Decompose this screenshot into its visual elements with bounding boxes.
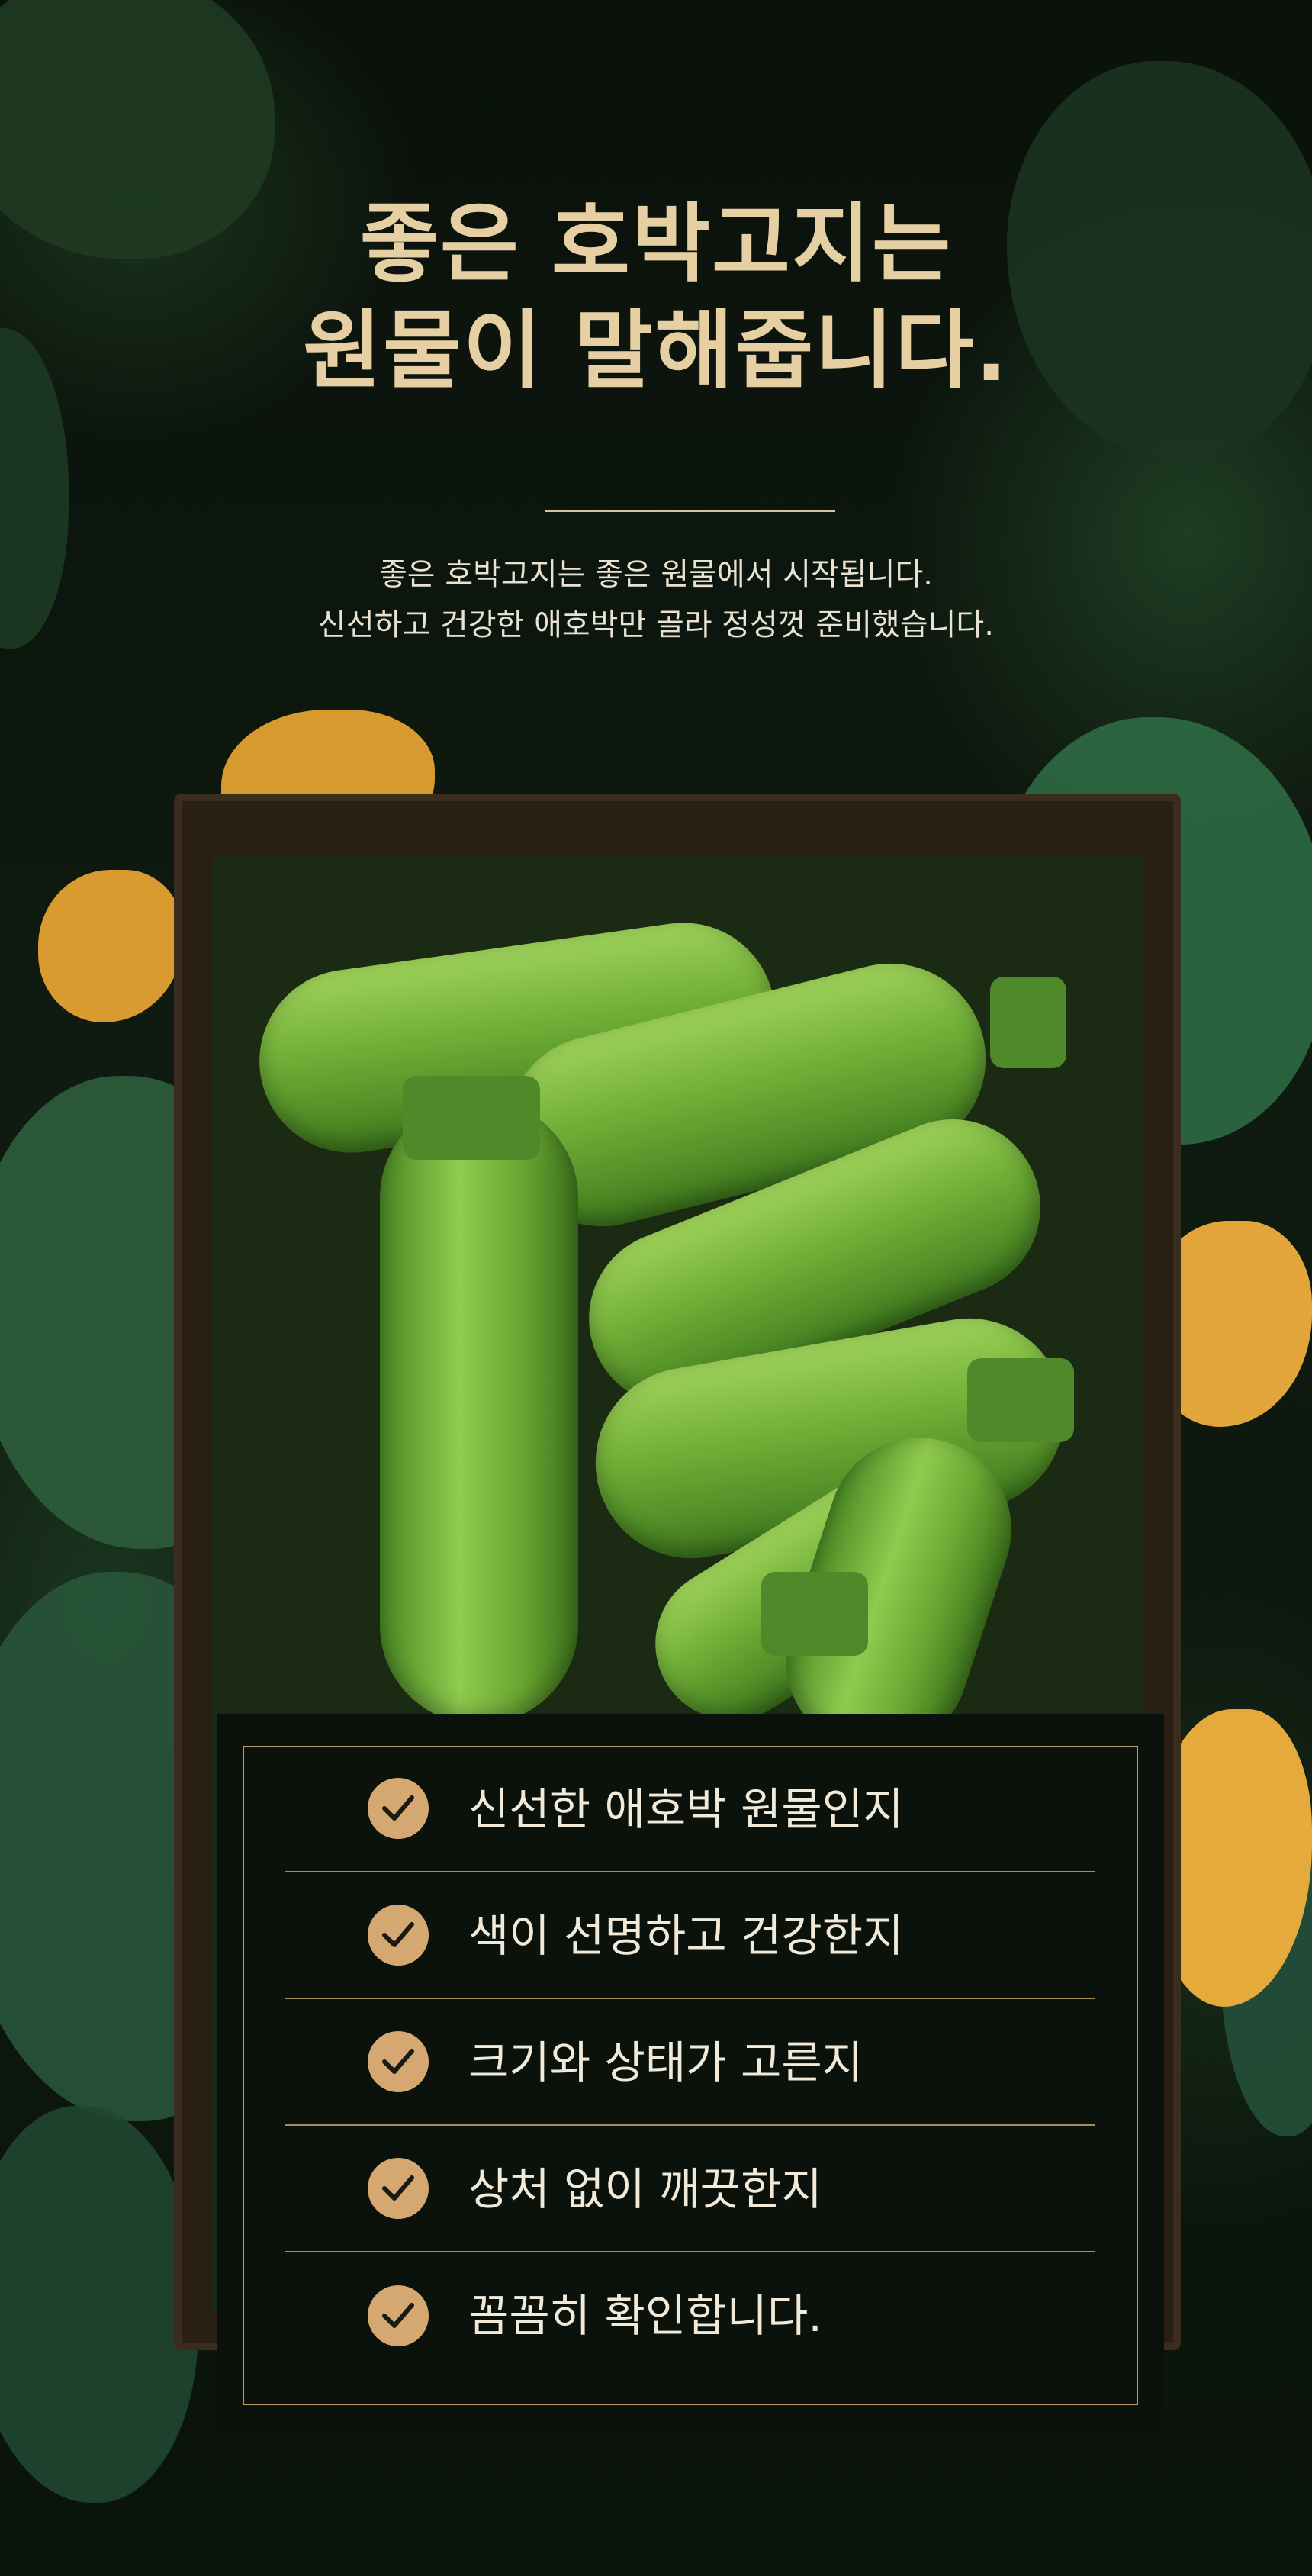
intro-line-2: 신선하고 건강한 애호박만 골라 정성껏 준비했습니다. <box>318 607 994 642</box>
checklist: 신선한 애호박 원물인지 색이 선명하고 건강한지 크기와 상태가 고른지 상처… <box>285 1746 1095 2379</box>
checklist-item: 상처 없이 깨끗한지 <box>285 2126 1095 2252</box>
checklist-item: 꼼꼼히 확인합니다. <box>285 2252 1095 2379</box>
zucchini-stem <box>967 1358 1074 1442</box>
zucchini-stem <box>990 977 1066 1068</box>
checklist-label: 크기와 상태가 고른지 <box>468 2037 863 2088</box>
checklist-label: 꼼꼼히 확인합니다. <box>468 2290 822 2342</box>
checklist-item: 크기와 상태가 고른지 <box>285 1999 1095 2126</box>
title-line-2: 원물이 말해줍니다. <box>303 301 1009 401</box>
check-icon <box>368 2031 429 2092</box>
check-icon <box>368 2158 429 2219</box>
checklist-label: 색이 선명하고 건강한지 <box>468 1910 904 1962</box>
checklist-item: 색이 선명하고 건강한지 <box>285 1872 1095 1999</box>
title-line-1: 좋은 호박고지는 <box>359 195 953 294</box>
checklist-item: 신선한 애호박 원물인지 <box>285 1746 1095 1872</box>
zucchini <box>380 1099 578 1724</box>
page-title: 좋은 호박고지는 원물이 말해줍니다. <box>0 191 1312 404</box>
intro-text: 좋은 호박고지는 좋은 원물에서 시작됩니다. 신선하고 건강한 애호박만 골라… <box>0 549 1312 650</box>
check-icon <box>368 2285 429 2346</box>
intro-line-1: 좋은 호박고지는 좋은 원물에서 시작됩니다. <box>379 557 933 592</box>
title-divider <box>545 510 835 512</box>
checklist-panel: 신선한 애호박 원물인지 색이 선명하고 건강한지 크기와 상태가 고른지 상처… <box>217 1714 1164 2437</box>
checklist-label: 상처 없이 깨끗한지 <box>468 2163 822 2215</box>
check-icon <box>368 1778 429 1839</box>
zucchini-stem <box>403 1076 540 1160</box>
check-icon <box>368 1905 429 1966</box>
zucchini-stem <box>761 1572 868 1656</box>
checklist-label: 신선한 애호박 원물인지 <box>468 1783 904 1835</box>
